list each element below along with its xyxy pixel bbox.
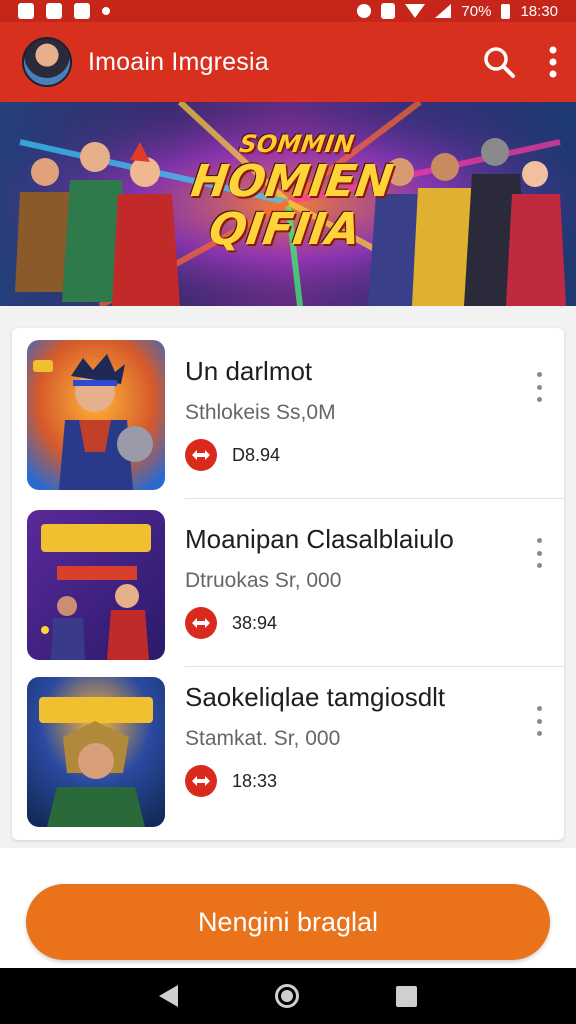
banner-title: SOMMIN HOMIEN QIFIIA [182,130,399,255]
swap-arrows-icon [185,607,217,639]
download-notification-icon [74,3,90,19]
item-more-icon[interactable] [532,370,546,404]
list-item[interactable]: Saokeliqlae tamgiosdlt Stamkat. Sr, 000 … [12,666,564,834]
item-more-icon[interactable] [532,704,546,738]
mail-notification-icon [46,3,62,19]
list-item[interactable]: Un darlmot Sthlokeis Ss,0M D8.94 [12,328,564,496]
recents-icon[interactable] [396,985,418,1007]
battery-percent: 70% [461,2,492,20]
item-info: Saokeliqlae tamgiosdlt Stamkat. Sr, 000 … [185,682,504,797]
app-title: Imoain Imgresia [88,47,269,76]
warrior-thumbnail-icon [27,677,165,827]
avatar[interactable] [22,37,72,87]
item-title: Saokeliqlae tamgiosdlt [185,682,446,712]
signal-icon [435,4,452,18]
banner-title-line1: SOMMIN [237,130,356,158]
app-actions [482,45,558,79]
sim-icon [381,3,396,19]
swap-arrows-icon [185,439,217,471]
item-meta: 18:33 [185,765,504,797]
item-subtitle: Sthlokeis Ss,0M [185,401,336,424]
back-icon[interactable] [158,985,178,1007]
item-title: Un darlmot [185,356,313,386]
item-subtitle: Dtruokas Sr, 000 [185,569,342,592]
team-thumbnail-icon [27,510,165,660]
status-notifications [18,3,110,19]
gallery-notification-icon [18,3,34,19]
status-system: 70% 18:30 [357,3,558,20]
primary-action-button[interactable]: Nengini braglal [26,884,550,960]
item-meta-value: 18:33 [232,770,278,791]
system-nav-bar [0,968,576,1024]
list-item[interactable]: Moanipan Clasalblaiulo Dtruokas Sr, 000 … [12,498,564,666]
app-bar: Imoain Imgresia [0,22,576,102]
hero-thumbnail-icon [27,340,165,490]
wifi-icon [405,4,426,18]
item-meta: 38:94 [185,607,504,639]
item-info: Moanipan Clasalblaiulo Dtruokas Sr, 000 … [185,524,504,639]
home-icon[interactable] [274,984,299,1008]
item-more-icon[interactable] [532,536,546,570]
dot-notification-icon [102,7,110,15]
game-list: Un darlmot Sthlokeis Ss,0M D8.94 Moanipa… [12,328,564,840]
more-vert-icon[interactable] [548,45,558,79]
status-bar: 70% 18:30 [0,0,576,22]
banner-title-line3: QIFIIA [205,204,364,255]
item-meta-value: D8.94 [232,444,281,465]
battery-icon [501,3,511,19]
bottom-action-area: Nengini braglal [0,848,576,968]
swap-arrows-icon [185,765,217,797]
hero-banner[interactable]: SOMMIN HOMIEN QIFIIA [0,102,576,306]
item-info: Un darlmot Sthlokeis Ss,0M D8.94 [185,356,504,471]
item-subtitle: Stamkat. Sr, 000 [185,727,341,750]
item-meta: D8.94 [185,439,504,471]
search-icon[interactable] [482,45,516,79]
item-title: Moanipan Clasalblaiulo [185,524,454,554]
banner-title-line2: HOMIEN [187,156,397,207]
item-meta-value: 38:94 [232,612,278,633]
alarm-icon [357,4,372,18]
status-time: 18:30 [520,2,558,20]
